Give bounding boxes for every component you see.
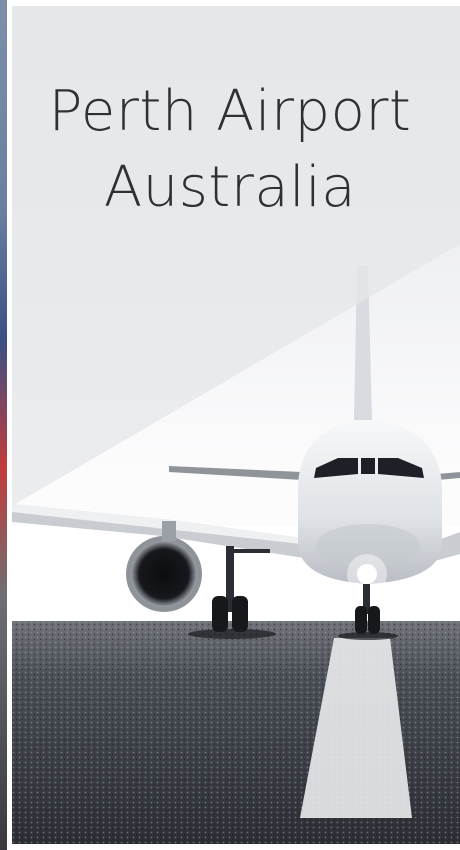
page-title: Perth Airport Australia bbox=[12, 74, 460, 226]
destination-card[interactable]: Perth Airport Australia bbox=[12, 6, 460, 844]
previous-card-edge[interactable] bbox=[0, 0, 7, 850]
app-screen: Perth Airport Australia bbox=[0, 0, 460, 850]
title-line-2: Australia bbox=[103, 155, 357, 220]
title-line-1: Perth Airport bbox=[48, 79, 412, 144]
